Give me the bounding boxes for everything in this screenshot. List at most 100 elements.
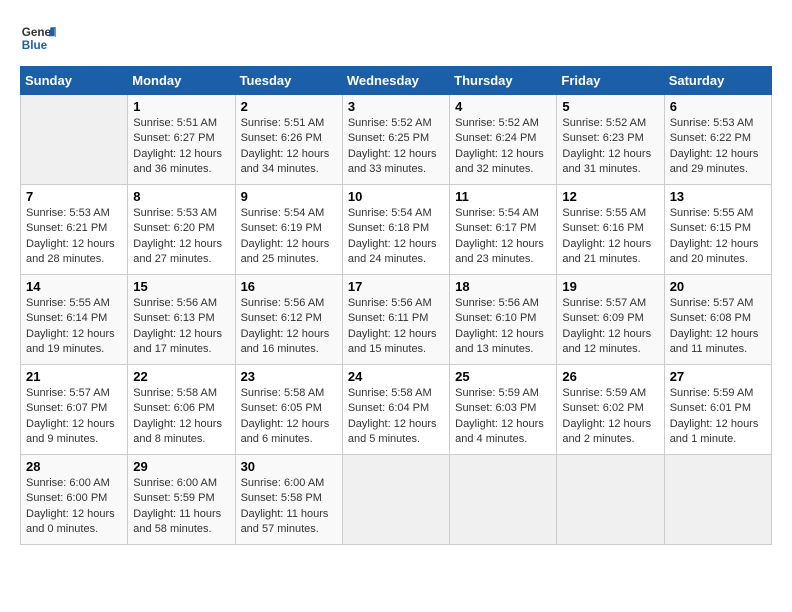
daylight-text: Daylight: 12 hours and 36 minutes. — [133, 148, 222, 175]
day-info: Sunrise: 5:57 AM Sunset: 6:07 PM Dayligh… — [26, 386, 122, 448]
sunset-text: Sunset: 6:18 PM — [348, 222, 429, 234]
daylight-text: Daylight: 12 hours and 28 minutes. — [26, 238, 115, 265]
calendar-cell: 8 Sunrise: 5:53 AM Sunset: 6:20 PM Dayli… — [128, 185, 235, 275]
sunrise-text: Sunrise: 5:56 AM — [348, 297, 432, 309]
daylight-text: Daylight: 11 hours and 58 minutes. — [133, 508, 221, 535]
day-number: 20 — [670, 279, 766, 294]
sunset-text: Sunset: 6:26 PM — [241, 132, 322, 144]
daylight-text: Daylight: 12 hours and 1 minute. — [670, 418, 759, 445]
day-number: 16 — [241, 279, 337, 294]
daylight-text: Daylight: 12 hours and 21 minutes. — [562, 238, 651, 265]
sunset-text: Sunset: 6:25 PM — [348, 132, 429, 144]
sunset-text: Sunset: 5:59 PM — [133, 492, 214, 504]
sunset-text: Sunset: 6:14 PM — [26, 312, 107, 324]
sunrise-text: Sunrise: 5:52 AM — [455, 117, 539, 129]
calendar-table: SundayMondayTuesdayWednesdayThursdayFrid… — [20, 66, 772, 545]
calendar-cell: 13 Sunrise: 5:55 AM Sunset: 6:15 PM Dayl… — [664, 185, 771, 275]
week-row-5: 28 Sunrise: 6:00 AM Sunset: 6:00 PM Dayl… — [21, 455, 772, 545]
day-number: 22 — [133, 369, 229, 384]
day-number: 13 — [670, 189, 766, 204]
daylight-text: Daylight: 12 hours and 20 minutes. — [670, 238, 759, 265]
sunrise-text: Sunrise: 5:59 AM — [562, 387, 646, 399]
day-number: 6 — [670, 99, 766, 114]
calendar-cell: 11 Sunrise: 5:54 AM Sunset: 6:17 PM Dayl… — [450, 185, 557, 275]
calendar-cell: 29 Sunrise: 6:00 AM Sunset: 5:59 PM Dayl… — [128, 455, 235, 545]
sunrise-text: Sunrise: 6:00 AM — [133, 477, 217, 489]
sunrise-text: Sunrise: 5:58 AM — [241, 387, 325, 399]
calendar-cell: 9 Sunrise: 5:54 AM Sunset: 6:19 PM Dayli… — [235, 185, 342, 275]
calendar-cell — [342, 455, 449, 545]
day-info: Sunrise: 5:55 AM Sunset: 6:14 PM Dayligh… — [26, 296, 122, 358]
sunset-text: Sunset: 6:23 PM — [562, 132, 643, 144]
day-number: 14 — [26, 279, 122, 294]
week-row-3: 14 Sunrise: 5:55 AM Sunset: 6:14 PM Dayl… — [21, 275, 772, 365]
day-number: 15 — [133, 279, 229, 294]
sunrise-text: Sunrise: 5:55 AM — [670, 207, 754, 219]
daylight-text: Daylight: 11 hours and 57 minutes. — [241, 508, 329, 535]
day-info: Sunrise: 5:51 AM Sunset: 6:26 PM Dayligh… — [241, 116, 337, 178]
calendar-cell: 18 Sunrise: 5:56 AM Sunset: 6:10 PM Dayl… — [450, 275, 557, 365]
day-info: Sunrise: 5:52 AM Sunset: 6:25 PM Dayligh… — [348, 116, 444, 178]
sunset-text: Sunset: 6:09 PM — [562, 312, 643, 324]
calendar-cell — [664, 455, 771, 545]
daylight-text: Daylight: 12 hours and 31 minutes. — [562, 148, 651, 175]
sunrise-text: Sunrise: 5:55 AM — [26, 297, 110, 309]
day-info: Sunrise: 5:59 AM Sunset: 6:02 PM Dayligh… — [562, 386, 658, 448]
sunrise-text: Sunrise: 5:56 AM — [241, 297, 325, 309]
sunset-text: Sunset: 6:08 PM — [670, 312, 751, 324]
daylight-text: Daylight: 12 hours and 17 minutes. — [133, 328, 222, 355]
day-number: 8 — [133, 189, 229, 204]
weekday-header-tuesday: Tuesday — [235, 67, 342, 95]
sunrise-text: Sunrise: 5:52 AM — [348, 117, 432, 129]
day-number: 21 — [26, 369, 122, 384]
sunrise-text: Sunrise: 5:58 AM — [348, 387, 432, 399]
sunset-text: Sunset: 6:10 PM — [455, 312, 536, 324]
day-number: 18 — [455, 279, 551, 294]
daylight-text: Daylight: 12 hours and 33 minutes. — [348, 148, 437, 175]
day-info: Sunrise: 5:55 AM Sunset: 6:16 PM Dayligh… — [562, 206, 658, 268]
sunset-text: Sunset: 6:06 PM — [133, 402, 214, 414]
sunset-text: Sunset: 6:00 PM — [26, 492, 107, 504]
sunrise-text: Sunrise: 5:53 AM — [26, 207, 110, 219]
weekday-header-row: SundayMondayTuesdayWednesdayThursdayFrid… — [21, 67, 772, 95]
calendar-cell — [450, 455, 557, 545]
daylight-text: Daylight: 12 hours and 15 minutes. — [348, 328, 437, 355]
sunrise-text: Sunrise: 5:57 AM — [26, 387, 110, 399]
daylight-text: Daylight: 12 hours and 8 minutes. — [133, 418, 222, 445]
sunrise-text: Sunrise: 5:53 AM — [133, 207, 217, 219]
sunrise-text: Sunrise: 5:57 AM — [562, 297, 646, 309]
sunrise-text: Sunrise: 5:51 AM — [133, 117, 217, 129]
day-info: Sunrise: 6:00 AM Sunset: 5:59 PM Dayligh… — [133, 476, 229, 538]
day-info: Sunrise: 5:55 AM Sunset: 6:15 PM Dayligh… — [670, 206, 766, 268]
daylight-text: Daylight: 12 hours and 32 minutes. — [455, 148, 544, 175]
calendar-cell: 26 Sunrise: 5:59 AM Sunset: 6:02 PM Dayl… — [557, 365, 664, 455]
daylight-text: Daylight: 12 hours and 19 minutes. — [26, 328, 115, 355]
logo-icon: General Blue — [20, 20, 56, 56]
weekday-header-wednesday: Wednesday — [342, 67, 449, 95]
sunset-text: Sunset: 6:22 PM — [670, 132, 751, 144]
sunset-text: Sunset: 6:05 PM — [241, 402, 322, 414]
calendar-cell: 21 Sunrise: 5:57 AM Sunset: 6:07 PM Dayl… — [21, 365, 128, 455]
calendar-cell: 17 Sunrise: 5:56 AM Sunset: 6:11 PM Dayl… — [342, 275, 449, 365]
sunset-text: Sunset: 6:19 PM — [241, 222, 322, 234]
sunset-text: Sunset: 6:07 PM — [26, 402, 107, 414]
sunrise-text: Sunrise: 5:58 AM — [133, 387, 217, 399]
calendar-cell: 19 Sunrise: 5:57 AM Sunset: 6:09 PM Dayl… — [557, 275, 664, 365]
calendar-cell: 30 Sunrise: 6:00 AM Sunset: 5:58 PM Dayl… — [235, 455, 342, 545]
daylight-text: Daylight: 12 hours and 16 minutes. — [241, 328, 330, 355]
calendar-cell: 7 Sunrise: 5:53 AM Sunset: 6:21 PM Dayli… — [21, 185, 128, 275]
calendar-cell: 25 Sunrise: 5:59 AM Sunset: 6:03 PM Dayl… — [450, 365, 557, 455]
daylight-text: Daylight: 12 hours and 11 minutes. — [670, 328, 759, 355]
day-number: 10 — [348, 189, 444, 204]
day-info: Sunrise: 5:56 AM Sunset: 6:12 PM Dayligh… — [241, 296, 337, 358]
calendar-cell: 23 Sunrise: 5:58 AM Sunset: 6:05 PM Dayl… — [235, 365, 342, 455]
calendar-cell: 14 Sunrise: 5:55 AM Sunset: 6:14 PM Dayl… — [21, 275, 128, 365]
day-number: 24 — [348, 369, 444, 384]
day-number: 30 — [241, 459, 337, 474]
day-number: 5 — [562, 99, 658, 114]
day-info: Sunrise: 5:53 AM Sunset: 6:21 PM Dayligh… — [26, 206, 122, 268]
calendar-cell: 6 Sunrise: 5:53 AM Sunset: 6:22 PM Dayli… — [664, 95, 771, 185]
sunset-text: Sunset: 6:01 PM — [670, 402, 751, 414]
sunset-text: Sunset: 6:16 PM — [562, 222, 643, 234]
calendar-cell: 22 Sunrise: 5:58 AM Sunset: 6:06 PM Dayl… — [128, 365, 235, 455]
